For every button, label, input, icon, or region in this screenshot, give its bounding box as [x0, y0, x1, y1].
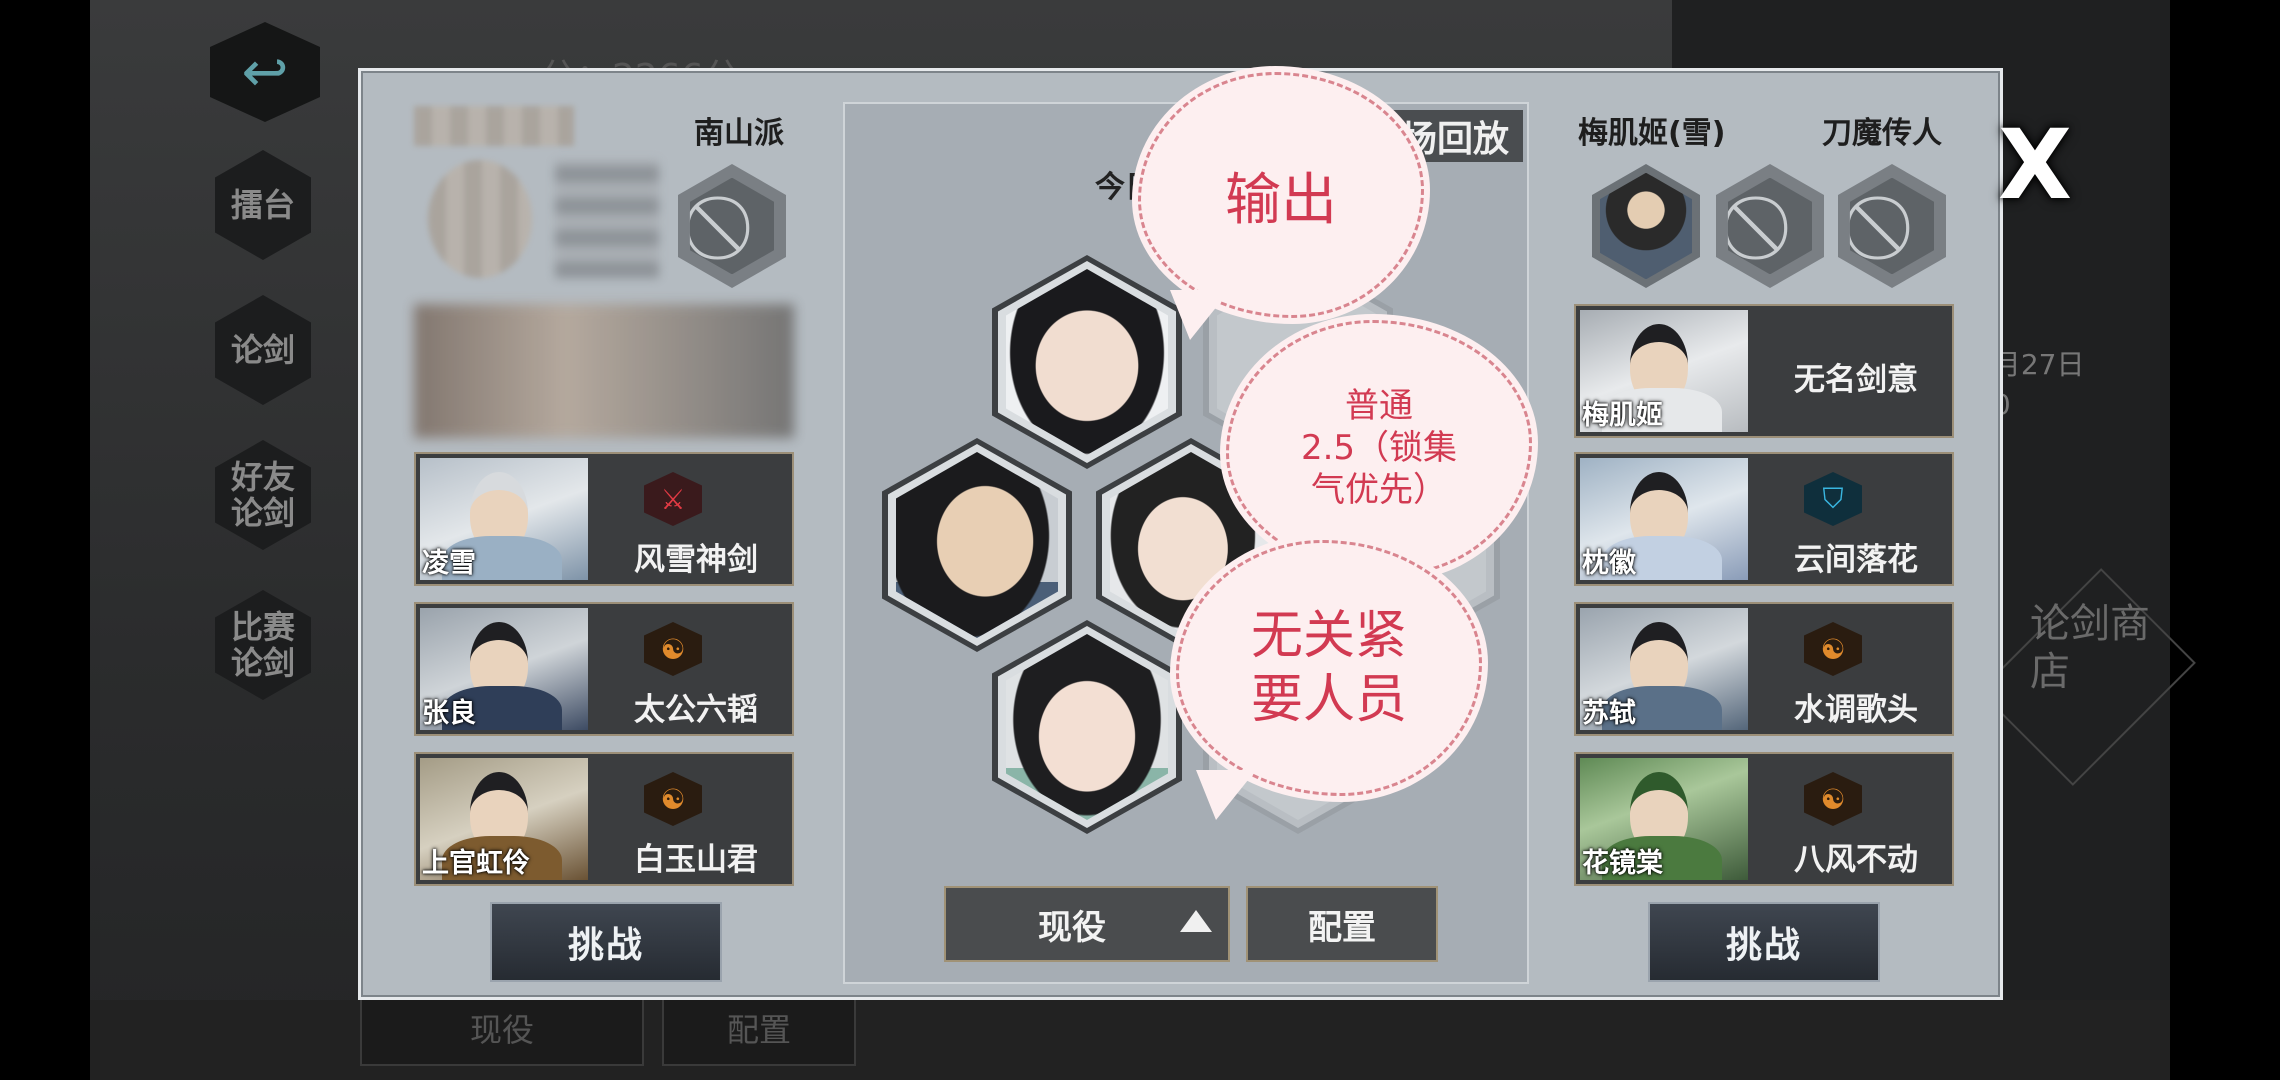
opponent-player-name: 梅肌姬(雪) [1578, 116, 1726, 151]
close-icon[interactable]: X [1990, 117, 2080, 213]
yinyang-icon: ☯ [1804, 622, 1862, 676]
skill-name: 八风不动 [1794, 842, 1918, 878]
left-slot-avatar-blurred [428, 160, 532, 278]
right-hero-card-2[interactable]: 枕徽 ⛉ 云间落花 [1574, 452, 1954, 586]
crossed-swords-icon: ⚔ [644, 472, 702, 526]
active-roster-dropdown[interactable]: 现役 [944, 886, 1230, 962]
formation-slot-1[interactable] [992, 255, 1182, 469]
right-hero-card-4[interactable]: 花镜棠 ☯ 八风不动 [1574, 752, 1954, 886]
skill-name: 无名剑意 [1794, 362, 1918, 398]
right-challenge-button[interactable]: 挑战 [1648, 902, 1880, 982]
player-name-blurred [414, 106, 574, 146]
skill-name: 云间落花 [1794, 542, 1918, 578]
config-button[interactable]: 配置 [1246, 886, 1438, 962]
annotation-bubble-output: 输出 [1138, 72, 1424, 318]
left-sect-name: 南山派 [694, 116, 784, 151]
right-sect-name: 刀魔传人 [1822, 116, 1942, 151]
shop-button[interactable]: 论剑商店 [2030, 600, 2150, 696]
yinyang-icon: ☯ [644, 772, 702, 826]
hero-name: 梅肌姬 [1582, 400, 1663, 431]
annotation-tail [1170, 290, 1230, 340]
annotation-bubble-irrelevant: 无关紧 要人员 [1176, 540, 1482, 796]
annotation-tail [1196, 770, 1256, 820]
hero-name: 张良 [422, 698, 476, 729]
formation-slot-6[interactable] [992, 620, 1182, 834]
back-arrow-icon: ↩ [241, 39, 289, 105]
hero-name: 花镜棠 [1582, 848, 1663, 879]
right-hero-card-1[interactable]: 梅肌姬 无名剑意 [1574, 304, 1954, 438]
shield-icon: ⛉ [1804, 472, 1862, 526]
background-active-button: 现役 [360, 990, 644, 1066]
skill-name: 水调歌头 [1794, 692, 1918, 728]
yinyang-icon: ☯ [1804, 772, 1862, 826]
right-hero-card-3[interactable]: 苏轼 ☯ 水调歌头 [1574, 602, 1954, 736]
hero-name: 苏轼 [1582, 698, 1636, 729]
skill-name: 太公六韬 [634, 692, 758, 728]
left-hero-card-3[interactable]: 上官虹伶 ☯ 白玉山君 [414, 752, 794, 886]
left-slot-2-blurred [555, 160, 659, 278]
background-config-button: 配置 [662, 990, 856, 1066]
skill-name: 白玉山君 [634, 842, 758, 878]
yinyang-icon: ☯ [644, 622, 702, 676]
left-hero-card-1[interactable]: 凌雪 ⚔ 风雪神剑 [414, 452, 794, 586]
left-card-blurred [414, 304, 794, 438]
hero-name: 凌雪 [422, 548, 476, 579]
left-hero-card-2[interactable]: 张良 ☯ 太公六韬 [414, 602, 794, 736]
chevron-up-icon [1180, 910, 1212, 932]
annotation-bubble-normal: 普通 2.5（锁集 气优先） [1226, 320, 1532, 576]
hero-name: 枕徽 [1582, 548, 1636, 579]
skill-name: 风雪神剑 [634, 542, 758, 578]
hero-name: 上官虹伶 [422, 848, 530, 879]
left-challenge-button[interactable]: 挑战 [490, 902, 722, 982]
